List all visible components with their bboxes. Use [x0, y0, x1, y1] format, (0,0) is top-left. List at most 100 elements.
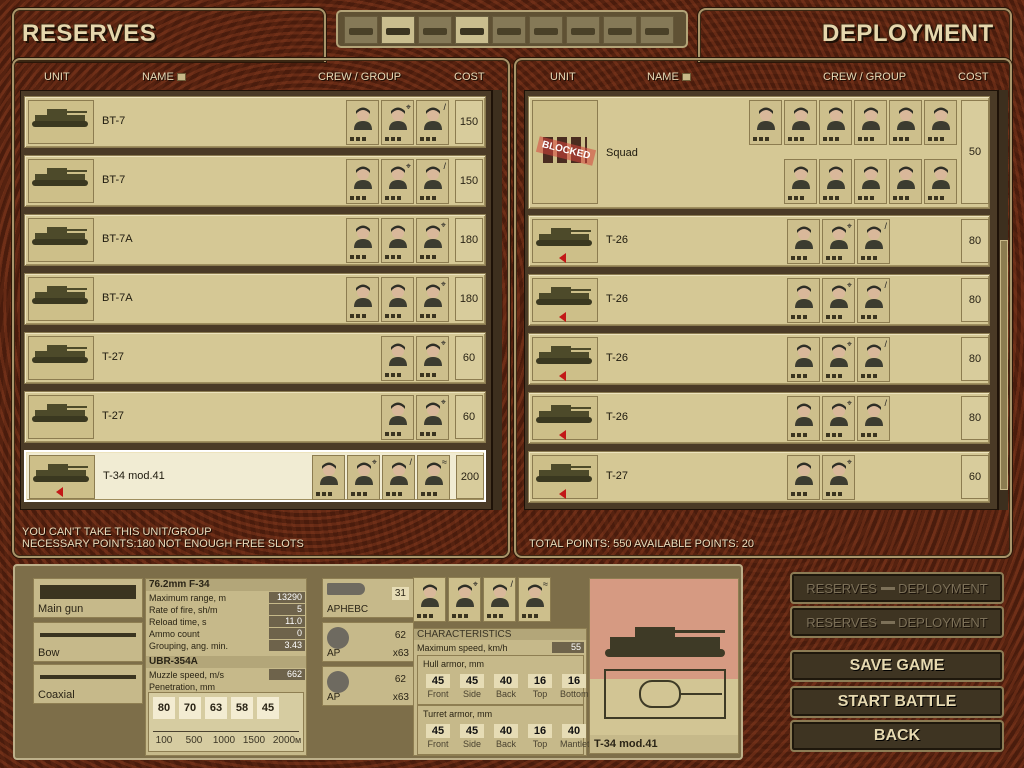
ammo-slot[interactable]: APHEBC 31 — [322, 578, 414, 618]
reserves-header-name[interactable]: NAME — [142, 71, 186, 83]
coaxial-slot[interactable]: Coaxial — [33, 664, 143, 704]
main-gun-slot[interactable]: Main gun — [33, 578, 143, 618]
experience-bars — [316, 492, 332, 496]
reserves-header-crew[interactable]: CREW / GROUP — [318, 71, 401, 83]
range-tick-label: 1500 — [242, 735, 266, 746]
crew-member[interactable]: ⌖ — [416, 277, 449, 322]
crew-member[interactable]: ≈ — [518, 577, 551, 622]
range-unit: м — [295, 735, 302, 745]
deployment-to-reserves-button[interactable]: RESERVES DEPLOYMENT — [790, 606, 1004, 638]
crew-member[interactable]: ⌖ — [416, 336, 449, 381]
crew-member[interactable]: ⌖ — [822, 396, 855, 441]
save-game-button[interactable]: SAVE GAME — [790, 650, 1004, 682]
reserve-unit-row[interactable]: T-34 mod.41 ⌖ / ≈200 — [24, 450, 486, 502]
crew-member[interactable] — [346, 159, 379, 204]
crew-member[interactable] — [784, 159, 817, 204]
deployment-scrollbar[interactable] — [998, 90, 1008, 510]
deployed-squad-row[interactable]: BLOCKED Squad 50 — [528, 96, 990, 209]
crew-member[interactable]: ⌖ — [822, 337, 855, 382]
deployment-header-crew[interactable]: CREW / GROUP — [823, 71, 906, 83]
reserve-unit-row[interactable]: T-27 ⌖ 60 — [24, 391, 486, 443]
crew-member[interactable]: ⌖ — [381, 159, 414, 204]
deployment-header-name[interactable]: NAME — [647, 71, 691, 83]
reserve-unit-row[interactable]: T-27 ⌖ 60 — [24, 332, 486, 384]
crew-member[interactable]: / — [382, 455, 415, 500]
filter-tab[interactable] — [566, 16, 600, 44]
crew-member[interactable]: / — [857, 337, 890, 382]
crew-member[interactable]: / — [857, 219, 890, 264]
start-battle-button[interactable]: START BATTLE — [790, 686, 1004, 718]
crew-member[interactable] — [854, 159, 887, 204]
reserves-scrollbar[interactable] — [492, 90, 502, 510]
experience-bars — [893, 137, 909, 141]
crew-member[interactable] — [784, 100, 817, 145]
crew-member[interactable] — [346, 218, 379, 263]
reserves-header-cost[interactable]: COST — [454, 71, 485, 83]
ammo-slot[interactable]: AP 62 x63 — [322, 622, 414, 662]
crew-member[interactable] — [889, 100, 922, 145]
reserve-unit-row[interactable]: BT-7 ⌖ / 150 — [24, 155, 486, 207]
back-button[interactable]: BACK — [790, 720, 1004, 752]
crew-member[interactable] — [787, 396, 820, 441]
crew-member[interactable] — [787, 455, 820, 500]
experience-bars — [791, 374, 807, 378]
crew-member[interactable] — [346, 100, 379, 145]
crew-member[interactable]: ⌖ — [822, 219, 855, 264]
crew-member[interactable] — [381, 218, 414, 263]
crew-member[interactable]: ⌖ — [822, 278, 855, 323]
crew-member[interactable] — [346, 277, 379, 322]
crew-member[interactable] — [787, 219, 820, 264]
crew-member[interactable] — [381, 277, 414, 322]
crew-member[interactable] — [787, 337, 820, 382]
scrollbar-thumb[interactable] — [1000, 240, 1008, 490]
crew-member[interactable]: / — [416, 100, 449, 145]
deployed-unit-row[interactable]: T-27 ⌖ 60 — [528, 451, 990, 503]
reserves-to-deployment-button[interactable]: RESERVES DEPLOYMENT — [790, 572, 1004, 604]
crew-member[interactable]: / — [483, 577, 516, 622]
crew-member[interactable]: ⌖ — [381, 100, 414, 145]
crew-member[interactable] — [854, 100, 887, 145]
crew-member[interactable]: / — [857, 396, 890, 441]
crew-member[interactable] — [889, 159, 922, 204]
deployed-unit-row[interactable]: T-26 ⌖ / 80 — [528, 392, 990, 444]
filter-tab[interactable] — [492, 16, 526, 44]
unit-name: BT-7A — [102, 233, 133, 245]
crew-member[interactable] — [749, 100, 782, 145]
crew-member[interactable] — [924, 100, 957, 145]
deployment-header-cost[interactable]: COST — [958, 71, 989, 83]
filter-tab[interactable] — [640, 16, 674, 44]
crew-member[interactable]: / — [857, 278, 890, 323]
reserve-unit-row[interactable]: BT-7 ⌖ / 150 — [24, 96, 486, 148]
crew-member[interactable] — [924, 159, 957, 204]
crew-member[interactable] — [787, 278, 820, 323]
crew-member[interactable] — [381, 395, 414, 440]
filter-tab[interactable] — [603, 16, 637, 44]
filter-tab[interactable] — [381, 16, 415, 44]
filter-tab[interactable] — [529, 16, 563, 44]
crew-member[interactable]: ≈ — [417, 455, 450, 500]
deployment-header-unit[interactable]: UNIT — [550, 71, 576, 83]
reserves-header-unit[interactable]: UNIT — [44, 71, 70, 83]
unit-cost: 80 — [961, 278, 989, 322]
bow-slot[interactable]: Bow — [33, 622, 143, 662]
crew-member[interactable]: ⌖ — [347, 455, 380, 500]
crew-member[interactable]: ⌖ — [416, 395, 449, 440]
filter-tab[interactable] — [455, 16, 489, 44]
crew-member[interactable] — [413, 577, 446, 622]
deployed-unit-row[interactable]: T-26 ⌖ / 80 — [528, 215, 990, 267]
reserve-unit-row[interactable]: BT-7A ⌖ 180 — [24, 214, 486, 266]
filter-tab[interactable] — [344, 16, 378, 44]
crew-member[interactable] — [312, 455, 345, 500]
reserve-unit-row[interactable]: BT-7A ⌖ 180 — [24, 273, 486, 325]
filter-tab[interactable] — [418, 16, 452, 44]
crew-member[interactable]: ⌖ — [448, 577, 481, 622]
deployed-unit-row[interactable]: T-26 ⌖ / 80 — [528, 333, 990, 385]
crew-member[interactable] — [819, 159, 852, 204]
ammo-slot[interactable]: AP 62 x63 — [322, 666, 414, 706]
crew-member[interactable]: ⌖ — [822, 455, 855, 500]
crew-member[interactable]: / — [416, 159, 449, 204]
crew-member[interactable] — [819, 100, 852, 145]
crew-member[interactable]: ⌖ — [416, 218, 449, 263]
deployed-unit-row[interactable]: T-26 ⌖ / 80 — [528, 274, 990, 326]
crew-member[interactable] — [381, 336, 414, 381]
